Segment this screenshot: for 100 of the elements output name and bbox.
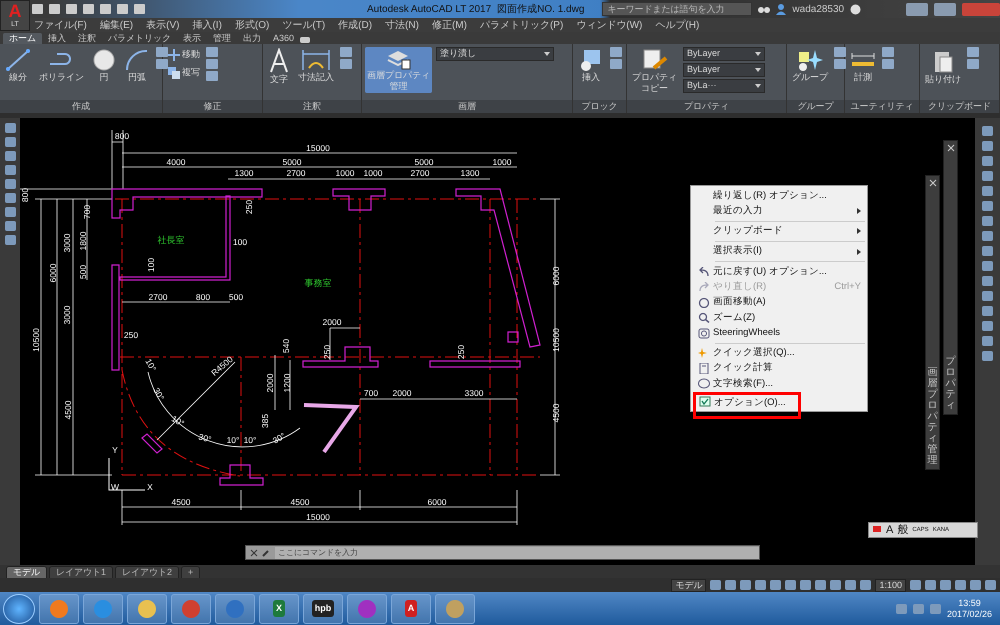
clock-date[interactable]: 2017/02/26 bbox=[946, 608, 992, 620]
menu-item[interactable]: ズーム(Z) bbox=[691, 310, 867, 326]
tool-icon[interactable] bbox=[4, 151, 16, 161]
ribbon-tool-button[interactable]: プロパティ コピー bbox=[630, 47, 679, 95]
taskbar-app-button[interactable] bbox=[83, 594, 123, 624]
ribbon-tool-button[interactable]: 文字 bbox=[266, 47, 292, 86]
status-icon[interactable] bbox=[770, 580, 782, 590]
status-icon[interactable] bbox=[925, 580, 936, 590]
panel-title[interactable]: グループ bbox=[787, 100, 844, 113]
close-icon[interactable] bbox=[250, 548, 258, 556]
menu-item[interactable]: クイック計算 bbox=[691, 360, 867, 376]
menu-item[interactable]: 文字検索(F)... bbox=[691, 376, 867, 392]
taskbar-app-button[interactable] bbox=[347, 594, 387, 624]
menu-item[interactable]: 編集(E) bbox=[100, 18, 134, 32]
maximize-button[interactable] bbox=[934, 2, 956, 16]
start-button[interactable] bbox=[3, 594, 35, 624]
ribbon-tab[interactable]: A360 bbox=[267, 33, 300, 44]
dropdown-field[interactable]: ByLa··· bbox=[683, 79, 765, 93]
ribbon-tool-button[interactable]: 円弧 bbox=[122, 47, 152, 84]
ribbon-tool-button[interactable]: 円 bbox=[90, 47, 118, 84]
menu-item[interactable]: ヘルプ(H) bbox=[655, 18, 700, 32]
caret-icon[interactable] bbox=[755, 52, 761, 56]
ribbon-tool-button[interactable]: 複写 bbox=[166, 65, 202, 81]
tool-icon[interactable] bbox=[4, 179, 16, 189]
ribbon-tab[interactable]: 注釈 bbox=[72, 33, 102, 44]
status-icon[interactable] bbox=[845, 580, 856, 590]
status-icon[interactable] bbox=[955, 580, 966, 590]
status-icon[interactable] bbox=[860, 580, 872, 590]
status-icon[interactable] bbox=[970, 580, 981, 590]
status-icon[interactable] bbox=[815, 580, 826, 590]
taskbar-app-button[interactable]: hpb bbox=[303, 594, 343, 624]
layout-tab[interactable]: モデル bbox=[6, 566, 47, 578]
add-tab-button[interactable]: + bbox=[181, 566, 200, 578]
tool-icon[interactable] bbox=[982, 246, 993, 256]
menu-item[interactable]: 繰り返し(R) オプション... bbox=[691, 188, 867, 204]
tool-icon[interactable] bbox=[982, 336, 993, 346]
status-icon[interactable] bbox=[725, 580, 736, 590]
caret-icon[interactable] bbox=[755, 68, 761, 72]
binoculars-icon[interactable] bbox=[758, 4, 770, 14]
menu-item[interactable]: 寸法(N) bbox=[385, 18, 419, 32]
tool-icon[interactable] bbox=[4, 123, 16, 133]
menu-item[interactable]: クリップボード bbox=[691, 224, 867, 239]
taskbar-app-button[interactable]: X bbox=[259, 594, 299, 624]
ribbon-tool-button[interactable]: グループ bbox=[790, 47, 830, 84]
tool-icon[interactable] bbox=[982, 171, 993, 181]
taskbar-app-button[interactable] bbox=[215, 594, 255, 624]
tool-icon[interactable] bbox=[982, 231, 993, 241]
user-name[interactable]: wada28530 bbox=[792, 2, 844, 16]
tool-icon[interactable] bbox=[982, 201, 993, 211]
menu-item[interactable]: 作成(D) bbox=[338, 18, 372, 32]
status-icon[interactable] bbox=[985, 580, 996, 590]
tool-icon[interactable] bbox=[4, 221, 16, 231]
menu-item[interactable]: ツール(T) bbox=[282, 18, 326, 32]
panel-title[interactable]: ユーティリティ bbox=[845, 100, 919, 113]
ribbon-tab[interactable]: ホーム bbox=[3, 33, 42, 44]
tool-icon[interactable] bbox=[982, 156, 993, 166]
tool-icon[interactable] bbox=[982, 216, 993, 226]
model-button[interactable]: モデル bbox=[671, 578, 706, 592]
menu-item[interactable]: 形式(O) bbox=[234, 18, 270, 32]
tool-icon[interactable] bbox=[4, 207, 16, 217]
menu-item[interactable]: 表示(V) bbox=[146, 18, 180, 32]
menu-item[interactable]: 最近の入力 bbox=[691, 203, 867, 219]
ime-label[interactable]: A bbox=[886, 522, 894, 538]
dropdown-field[interactable]: ByLayer bbox=[683, 47, 765, 61]
ribbon-tab[interactable]: 挿入 bbox=[42, 33, 72, 44]
status-icon[interactable] bbox=[940, 580, 951, 590]
ribbon-tab[interactable]: 表示 bbox=[177, 33, 207, 44]
panel-title[interactable]: 注釈 bbox=[263, 100, 361, 113]
scale-button[interactable]: 1:100 bbox=[875, 578, 906, 592]
command-input[interactable]: ここにコマンドを入力 bbox=[275, 546, 759, 558]
status-icon[interactable] bbox=[740, 580, 752, 590]
panel-title[interactable]: 作成 bbox=[0, 100, 162, 113]
palette-panel[interactable]: プロパティ bbox=[943, 140, 958, 415]
status-icon[interactable] bbox=[830, 580, 842, 590]
caret-icon[interactable] bbox=[755, 84, 761, 88]
panel-title[interactable]: 修正 bbox=[163, 100, 262, 113]
menu-item[interactable]: クイック選択(Q)... bbox=[691, 346, 867, 361]
menu-item[interactable]: ウィンドウ(W) bbox=[576, 18, 642, 32]
wrench-icon[interactable] bbox=[262, 548, 271, 557]
ribbon-tool-button[interactable]: 移動 bbox=[166, 47, 202, 63]
status-icon[interactable] bbox=[710, 580, 722, 590]
ime-label[interactable]: 般 bbox=[897, 522, 908, 538]
panel-title[interactable]: クリップボード bbox=[920, 100, 999, 113]
ribbon-tab[interactable]: 管理 bbox=[207, 33, 237, 44]
tool-icon[interactable] bbox=[4, 137, 16, 147]
ribbon-tool-button[interactable]: ポリライン bbox=[37, 47, 86, 84]
menu-item[interactable]: 修正(M) bbox=[432, 18, 467, 32]
panel-title[interactable]: 画層 bbox=[362, 100, 572, 113]
tool-icon[interactable] bbox=[982, 261, 993, 271]
tool-icon[interactable] bbox=[982, 291, 993, 301]
ribbon-tool-button[interactable]: 計測 bbox=[848, 47, 878, 84]
layout-tab[interactable]: レイアウト2 bbox=[115, 566, 180, 578]
menu-item[interactable]: オプション(O)... bbox=[693, 392, 801, 419]
panel-title[interactable]: プロパティ bbox=[627, 100, 786, 113]
tool-icon[interactable] bbox=[982, 141, 993, 151]
tool-icon[interactable] bbox=[982, 351, 993, 361]
taskbar-app-button[interactable]: A bbox=[391, 594, 431, 624]
ribbon-tool-button[interactable]: 挿入 bbox=[576, 47, 606, 84]
tool-icon[interactable] bbox=[982, 321, 993, 331]
palette-panel[interactable]: 画層プロパティ管理 bbox=[925, 175, 940, 470]
